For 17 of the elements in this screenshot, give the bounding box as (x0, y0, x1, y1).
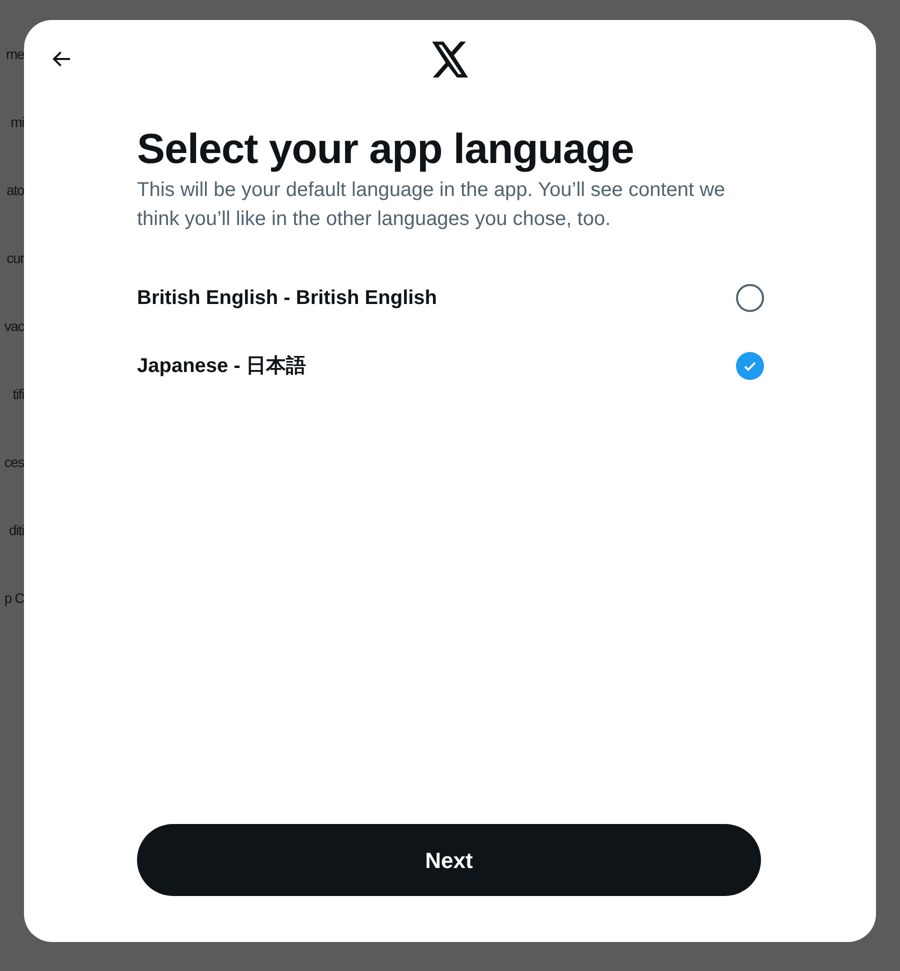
radio-button[interactable] (736, 284, 764, 312)
menu-item-text: vac (4, 317, 24, 336)
menu-item-text: tifi (12, 385, 24, 404)
menu-item-text: mi (10, 113, 24, 132)
checked-radio-icon[interactable] (736, 352, 764, 380)
language-option[interactable]: British English - British English (137, 283, 438, 313)
dialog-description: This will be your default language in the app. You’ll see content we think you’ll like in the other languages you chose, too. (137, 178, 726, 232)
menu-item-text: p C (4, 589, 24, 608)
menu-item-text: diti (8, 521, 24, 540)
menu-item-text: cur (6, 249, 24, 268)
dialog-title: Select your app language (137, 124, 635, 174)
language-option[interactable]: Japanese - 日本語 (137, 351, 306, 381)
x-logo-icon (430, 41, 470, 79)
menu-item-text: ces (4, 453, 24, 472)
menu-item-text: ato (6, 181, 24, 200)
next-button[interactable]: Next (137, 824, 761, 896)
menu-item-text: me (6, 45, 24, 64)
